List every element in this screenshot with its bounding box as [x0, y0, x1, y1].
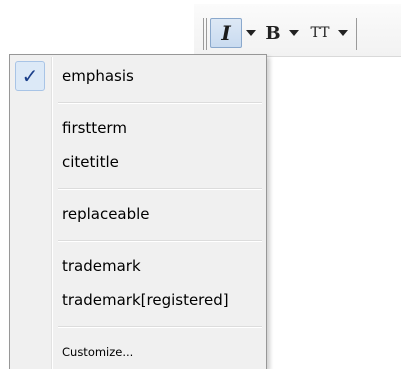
- formatting-toolbar: I B TT: [194, 4, 401, 57]
- chevron-down-icon: [246, 30, 256, 36]
- menu-separator: [58, 102, 262, 104]
- menu-item-emphasis[interactable]: ✓ emphasis: [12, 58, 264, 94]
- menu-item-firstterm[interactable]: firstterm: [12, 110, 264, 146]
- menu-item-label: emphasis: [62, 67, 134, 85]
- italic-button[interactable]: I: [210, 18, 242, 48]
- menu-item-trademark[interactable]: trademark: [12, 248, 264, 284]
- menu-item-label: replaceable: [62, 205, 150, 223]
- menu-separator: [58, 188, 262, 190]
- menu-item-replaceable[interactable]: replaceable: [12, 196, 264, 232]
- emphasis-dropdown-menu: ✓ emphasis firstterm citetitle replaceab…: [9, 54, 267, 369]
- bold-button[interactable]: B: [262, 18, 284, 48]
- menu-item-customize[interactable]: Customize...: [12, 334, 264, 369]
- editor-canvas: I B TT ✓ emphasis firstterm citetitle re…: [0, 0, 401, 369]
- italic-icon: I: [221, 21, 231, 45]
- bold-icon: B: [265, 22, 281, 44]
- chevron-down-icon: [338, 30, 348, 36]
- menu-item-label: trademark: [62, 257, 141, 275]
- teletype-dropdown-arrow[interactable]: [336, 18, 350, 48]
- menu-item-trademark-registered[interactable]: trademark[registered]: [12, 282, 264, 318]
- menu-item-label: trademark[registered]: [62, 291, 229, 309]
- menu-item-label: Customize...: [62, 345, 134, 359]
- chevron-down-icon: [289, 30, 299, 36]
- bold-dropdown-arrow[interactable]: [287, 18, 301, 48]
- toolbar-separator: [203, 18, 204, 50]
- menu-separator: [58, 240, 262, 242]
- menu-item-label: citetitle: [62, 153, 119, 171]
- italic-dropdown-arrow[interactable]: [244, 18, 258, 48]
- teletype-icon: TT: [310, 25, 330, 41]
- toolbar-separator: [206, 18, 207, 50]
- toolbar-separator: [356, 18, 357, 50]
- menu-separator: [58, 326, 262, 328]
- menu-item-label: firstterm: [62, 119, 127, 137]
- menu-item-citetitle[interactable]: citetitle: [12, 144, 264, 180]
- teletype-button[interactable]: TT: [307, 18, 333, 48]
- checkmark-icon: ✓: [15, 61, 45, 91]
